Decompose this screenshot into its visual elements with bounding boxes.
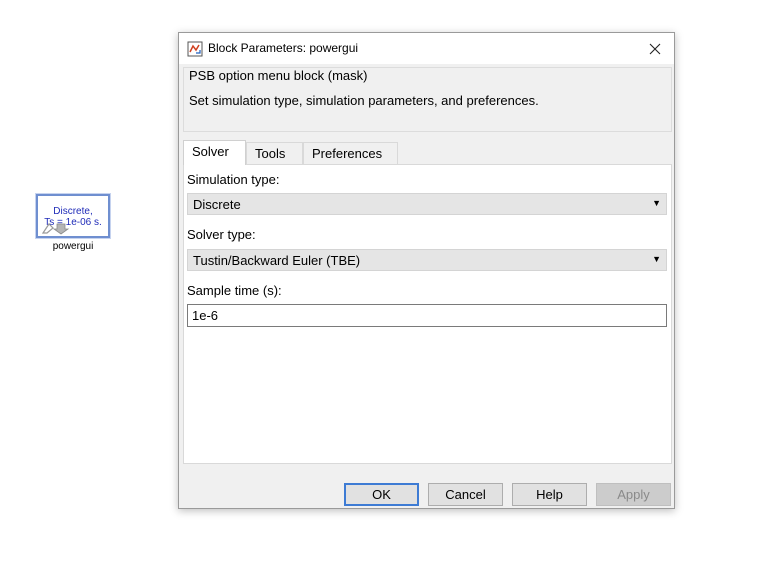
- apply-button[interactable]: Apply: [596, 483, 671, 506]
- mask-description-group: PSB option menu block (mask) Set simulat…: [183, 67, 672, 132]
- tab-solver[interactable]: Solver: [183, 140, 246, 165]
- powergui-block[interactable]: Discrete, Ts = 1e-06 s.: [36, 194, 110, 238]
- sample-time-value: 1e-6: [192, 308, 219, 323]
- dropdown-arrow-icon: ▼: [652, 198, 661, 208]
- powergui-block-name[interactable]: powergui: [36, 241, 110, 252]
- simulation-type-label: Simulation type:: [187, 172, 280, 187]
- cancel-button[interactable]: Cancel: [428, 483, 503, 506]
- mask-description: Set simulation type, simulation paramete…: [189, 93, 539, 108]
- block-parameters-dialog: Block Parameters: powergui PSB option me…: [178, 32, 675, 509]
- dialog-title: Block Parameters: powergui: [208, 41, 359, 55]
- mask-title: PSB option menu block (mask): [189, 68, 368, 83]
- solver-type-value: Tustin/Backward Euler (TBE): [193, 253, 361, 268]
- dialog-titlebar[interactable]: Block Parameters: powergui: [179, 33, 674, 64]
- solver-panel: Simulation type: Discrete ▼ Solver type:…: [183, 164, 672, 464]
- simulink-block-icon: [187, 41, 203, 57]
- simulation-type-value: Discrete: [193, 197, 241, 212]
- close-button[interactable]: [640, 36, 670, 62]
- solver-type-dropdown[interactable]: Tustin/Backward Euler (TBE) ▼: [187, 249, 667, 271]
- tab-preferences[interactable]: Preferences: [303, 142, 398, 164]
- ok-button[interactable]: OK: [344, 483, 419, 506]
- sample-time-input[interactable]: 1e-6: [187, 304, 667, 327]
- solver-type-label: Solver type:: [187, 227, 256, 242]
- close-icon: [649, 43, 661, 55]
- sample-time-label: Sample time (s):: [187, 283, 282, 298]
- powergui-symbol-icon: [41, 223, 70, 235]
- powergui-block-line1: Discrete,: [53, 206, 93, 217]
- tab-tools[interactable]: Tools: [246, 142, 303, 164]
- dropdown-arrow-icon: ▼: [652, 254, 661, 264]
- help-button[interactable]: Help: [512, 483, 587, 506]
- simulation-type-dropdown[interactable]: Discrete ▼: [187, 193, 667, 215]
